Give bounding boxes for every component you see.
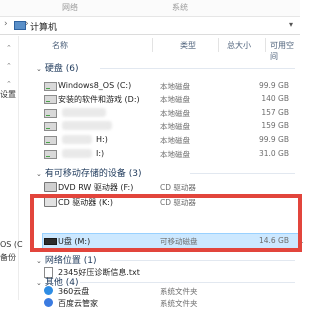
group-header-removable-storage[interactable]: ⌄ 有可移动存储的设备 (3) [36, 166, 142, 179]
group-divider [110, 260, 295, 261]
pin-icon: ⌃ [6, 44, 12, 52]
drive-name: DVD RW 驱动器 (F:) [58, 183, 134, 192]
drive-name: 安装的软件和游戏 (D:) [58, 95, 140, 104]
column-header-total-size[interactable]: 总大小 [227, 40, 251, 51]
collapse-arrow-icon[interactable]: ⌄ [36, 65, 42, 73]
group-divider [100, 68, 295, 69]
drive-row[interactable]: H:) 本地磁盘 99.9 GB [44, 134, 300, 146]
collapse-arrow-icon[interactable]: ⌄ [36, 279, 42, 287]
group-divider [190, 173, 295, 174]
sidebar-item-backup[interactable]: 备份 [0, 252, 16, 263]
drive-row[interactable]: 安装的软件和游戏 (D:) 本地磁盘 140 GB [44, 93, 300, 105]
column-divider[interactable] [152, 38, 153, 52]
sidebar-item-os-drive[interactable]: OS (C [0, 240, 23, 249]
drive-type: 本地磁盘 [160, 95, 190, 104]
drive-size: 99.9 GB [258, 81, 289, 90]
obscured-name [62, 121, 112, 130]
obscured-name [62, 108, 106, 117]
top-strip: 网络 系统 [0, 0, 300, 17]
collapse-arrow-icon[interactable]: ⌄ [36, 257, 42, 265]
hard-drive-icon [44, 95, 57, 104]
network-item-row[interactable]: 2345好压诊断信息.txt [44, 266, 300, 278]
other-item-row[interactable]: 百度云管家 系统文件夹 [44, 297, 300, 309]
hard-drive-icon [44, 122, 57, 131]
group-header-hard-disks[interactable]: ⌄ 硬盘 (6) [36, 61, 79, 74]
drive-type: 本地磁盘 [160, 82, 190, 91]
column-divider[interactable] [265, 38, 266, 52]
obscured-name [62, 135, 92, 144]
column-header-type[interactable]: 类型 [180, 40, 196, 51]
column-header-free-space[interactable]: 可用空间 [270, 40, 300, 62]
pin-icon: ⌃ [6, 80, 12, 88]
obscured-name [62, 149, 92, 158]
hard-drive-icon [44, 136, 57, 145]
hard-drive-icon [44, 82, 57, 91]
group-header-network-location[interactable]: ⌄ 网络位置 (1) [36, 253, 97, 266]
drive-row[interactable]: 本地磁盘 157 GB [44, 107, 300, 119]
other-item-row[interactable]: 360云盘 系统文件夹 [44, 285, 300, 297]
drive-size: 140 GB [261, 94, 289, 103]
chevron-down-icon[interactable]: ▾ [289, 20, 293, 29]
baidu-cloud-icon [44, 298, 53, 307]
group-title: 有可移动存储的设备 (3) [44, 169, 142, 179]
drive-name: I:) [96, 149, 105, 158]
hard-drive-icon [44, 150, 57, 159]
item-type: 系统文件夹 [160, 287, 198, 296]
drive-row[interactable]: Windows8_OS (C:) 本地磁盘 99.9 GB [44, 80, 300, 92]
drive-row[interactable]: DVD RW 驱动器 (F:) CD 驱动器 [44, 181, 300, 193]
drive-size: 99.9 GB [258, 135, 289, 144]
drive-type: 本地磁盘 [160, 136, 190, 145]
drive-type: 本地磁盘 [160, 122, 190, 131]
drive-row[interactable]: I:) 本地磁盘 31.0 GB [44, 148, 300, 160]
hard-drive-icon [44, 109, 57, 118]
group-divider [80, 282, 295, 283]
drive-name: H:) [96, 135, 108, 144]
column-header-row: 名称 类型 总大小 可用空间 [40, 38, 300, 61]
drive-type: CD 驱动器 [160, 183, 196, 192]
drive-size: 157 GB [261, 108, 289, 117]
dvd-drive-icon [44, 182, 57, 192]
drive-type: 本地磁盘 [160, 150, 190, 159]
pin-icon: ⌃ [6, 62, 12, 70]
group-title: 网络位置 (1) [44, 256, 97, 266]
drive-type: 本地磁盘 [160, 109, 190, 118]
red-highlight-box [30, 194, 302, 252]
address-bar[interactable]: › › 计算机 ▾ [0, 17, 300, 35]
column-header-name[interactable]: 名称 [52, 40, 68, 51]
chevron-right-icon: › [4, 19, 8, 29]
drive-size: 31.0 GB [258, 149, 289, 158]
cloud-drive-icon [44, 286, 53, 295]
top-label-network: 网络 [62, 3, 78, 12]
collapse-arrow-icon[interactable]: ⌄ [36, 170, 42, 178]
column-divider[interactable] [218, 38, 219, 52]
drive-row[interactable]: 本地磁盘 159 GB [44, 120, 300, 132]
group-title: 硬盘 (6) [44, 64, 79, 74]
breadcrumb[interactable]: 计算机 [30, 20, 57, 33]
sidebar-item-settings[interactable]: 设置 [0, 89, 16, 100]
breadcrumb-separator-icon: › [25, 19, 29, 29]
drive-name: Windows8_OS (C:) [58, 81, 132, 90]
item-name: 360云盘 [58, 287, 90, 296]
drive-size: 159 GB [261, 121, 289, 130]
top-label-system: 系统 [172, 3, 188, 12]
